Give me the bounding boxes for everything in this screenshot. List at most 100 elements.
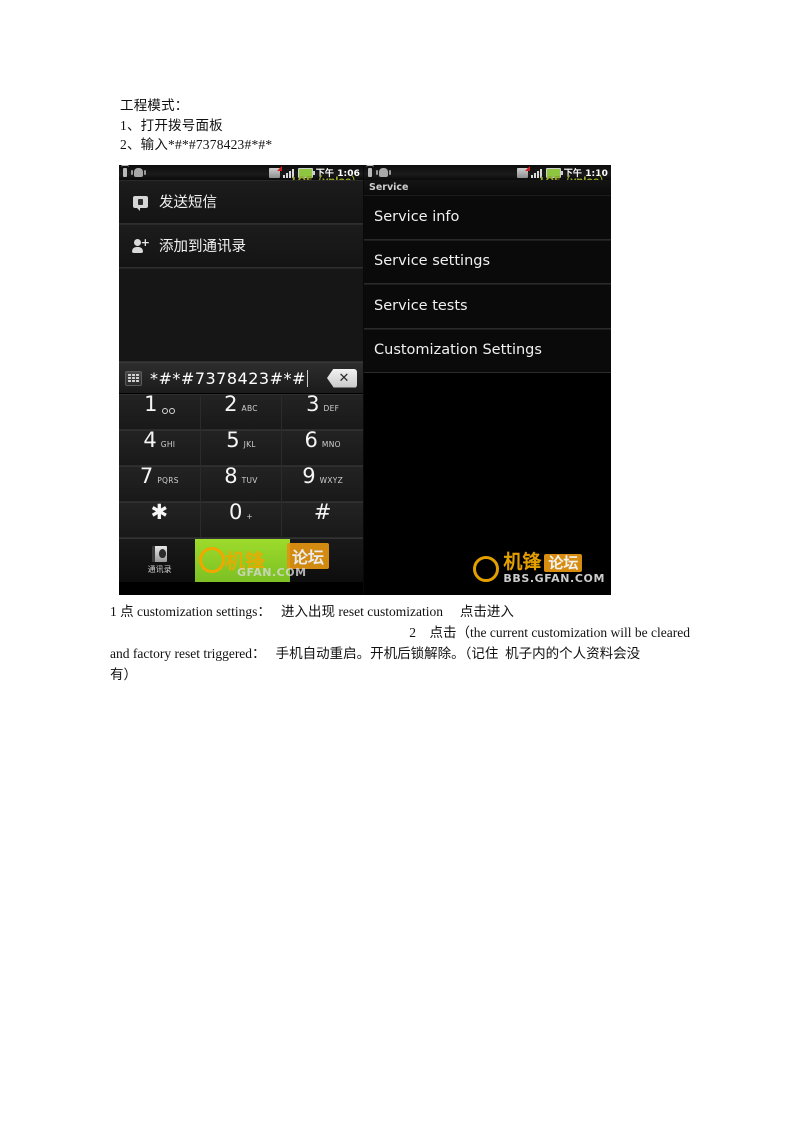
key-3[interactable]: 3 DEF bbox=[282, 394, 363, 430]
key-4-digit: 4 bbox=[143, 428, 157, 452]
key-7-digit: 7 bbox=[139, 464, 154, 488]
key-6[interactable]: 6 MNO bbox=[282, 430, 363, 466]
key-4-letters: GHI bbox=[160, 440, 176, 449]
menu-item-send-sms-label: 发送短信 bbox=[159, 195, 217, 211]
keypad-icon[interactable] bbox=[125, 370, 142, 386]
key-1-digit: 1 bbox=[144, 392, 158, 416]
tab-contacts[interactable]: 通讯录 bbox=[119, 539, 200, 582]
service-item-service-info[interactable]: Service info bbox=[364, 195, 611, 240]
key-7-letters: PQRS bbox=[157, 476, 179, 485]
key-6-digit: 6 bbox=[304, 428, 318, 452]
menu-empty-area bbox=[119, 268, 363, 362]
service-item-customization-settings[interactable]: Customization Settings bbox=[364, 328, 611, 373]
dialer-input-row[interactable]: *#*#7378423#*# ✕ bbox=[119, 362, 363, 394]
key-4[interactable]: 4 GHI bbox=[119, 430, 201, 466]
key-7[interactable]: 7 PQRS bbox=[119, 466, 201, 502]
intro-step-1: 1、打开拨号面板 bbox=[120, 117, 223, 133]
intro-heading: 工程模式： bbox=[120, 98, 189, 113]
left-phone-screenshot: 下午 1:06 LOE（ynloe） 发送短信 + 添加到通讯录 bbox=[119, 165, 364, 595]
service-item-service-tests[interactable]: Service tests bbox=[364, 284, 611, 329]
caption-line-3: and factory reset triggered： 手机自动重启。开机后锁… bbox=[110, 646, 641, 661]
caption-block: 1 点 customization settings： 进入出现 reset c… bbox=[110, 601, 690, 685]
left-statusbar-right-icons: 下午 1:06 bbox=[268, 165, 360, 180]
key-5[interactable]: 5 JKL bbox=[200, 428, 283, 466]
left-statusbar-left-icons bbox=[119, 165, 146, 177]
key-3-digit: 3 bbox=[306, 392, 320, 416]
signal-bars-icon bbox=[282, 168, 295, 178]
contacts-icon bbox=[152, 546, 168, 562]
key-8-digit: 8 bbox=[224, 464, 238, 488]
service-item-service-settings-label: Service settings bbox=[374, 253, 491, 270]
service-menu-list: Service info Service settings Service te… bbox=[364, 195, 611, 569]
key-2[interactable]: 2 ABC bbox=[200, 394, 283, 430]
add-contact-icon: + bbox=[132, 237, 150, 253]
key-0-plus: + bbox=[246, 512, 253, 521]
key-5-digit: 5 bbox=[226, 428, 240, 452]
left-tabbar: 通讯录 机锋 论坛 GFAN.COM bbox=[119, 538, 363, 582]
sd-card-error-icon bbox=[268, 165, 282, 178]
voicemail-icon bbox=[161, 408, 175, 415]
service-item-service-settings[interactable]: Service settings bbox=[364, 239, 611, 284]
key-hash[interactable]: # bbox=[282, 502, 363, 538]
backspace-glyph: ✕ bbox=[338, 370, 350, 386]
service-item-service-info-label: Service info bbox=[374, 208, 460, 225]
key-9[interactable]: 9 WXYZ bbox=[282, 466, 363, 502]
menu-item-send-sms[interactable]: 发送短信 bbox=[119, 180, 363, 224]
caption-line-1: 1 点 customization settings： 进入出现 reset c… bbox=[110, 604, 514, 619]
key-5-letters: JKL bbox=[243, 440, 256, 449]
key-0-digit: 0 bbox=[229, 500, 243, 524]
key-6-letters: MNO bbox=[321, 440, 341, 449]
left-context-menu: 发送短信 + 添加到通讯录 bbox=[119, 180, 363, 362]
right-statusbar: 下午 1:10 LOE（ynloe） bbox=[364, 165, 611, 180]
text-caret bbox=[306, 369, 308, 387]
right-statusbar-right-icons: 下午 1:10 bbox=[516, 165, 608, 180]
gfan-logo-icon bbox=[473, 556, 500, 582]
gfan-watermark-top-row: 机锋 论坛 bbox=[503, 551, 583, 573]
keypad-row: 1 2 ABC 3 DEF bbox=[119, 394, 363, 430]
gfan-brand-text: 机锋 bbox=[503, 551, 542, 573]
service-empty-area bbox=[364, 373, 611, 569]
key-3-letters: DEF bbox=[323, 404, 340, 413]
gfan-bbs-watermark: 机锋 论坛 BBS.GFAN.COM bbox=[473, 553, 605, 585]
left-statusbar: 下午 1:06 LOE（ynloe） bbox=[119, 165, 363, 180]
android-robot-icon bbox=[131, 168, 146, 177]
usb-icon bbox=[121, 165, 129, 177]
intro-block: 工程模式： 1、打开拨号面板 2、输入*#*#7378423#*#* bbox=[120, 96, 720, 155]
gfan-watermark-text: 机锋 论坛 BBS.GFAN.COM bbox=[503, 551, 605, 586]
screenshot-pair: 下午 1:06 LOE（ynloe） 发送短信 + 添加到通讯录 bbox=[119, 165, 611, 595]
sms-icon bbox=[133, 195, 148, 211]
left-status-time: 下午 1:06 bbox=[315, 169, 360, 179]
battery-icon bbox=[297, 167, 315, 178]
key-9-letters: WXYZ bbox=[319, 476, 344, 485]
key-2-letters: ABC bbox=[241, 404, 258, 413]
right-statusbar-left-icons bbox=[364, 165, 391, 177]
backspace-icon[interactable]: ✕ bbox=[327, 368, 357, 388]
menu-item-add-contact[interactable]: + 添加到通讯录 bbox=[119, 224, 363, 268]
battery-icon bbox=[545, 167, 563, 178]
service-title-bar: Service bbox=[364, 180, 611, 195]
service-title: Service bbox=[369, 182, 409, 193]
service-item-service-tests-label: Service tests bbox=[374, 297, 468, 314]
android-robot-icon bbox=[376, 168, 391, 177]
key-star[interactable]: ✱ bbox=[119, 502, 201, 538]
keypad-row: 4 GHI 5 JKL 6 MNO bbox=[119, 430, 363, 466]
gfan-domain-text: GFAN.COM bbox=[237, 566, 307, 579]
right-status-time: 下午 1:10 bbox=[563, 169, 608, 179]
service-item-customization-settings-label: Customization Settings bbox=[374, 342, 542, 359]
key-1[interactable]: 1 bbox=[119, 394, 201, 430]
keypad-row: ✱ 0 + # bbox=[119, 502, 363, 538]
key-0[interactable]: 0 + bbox=[200, 500, 283, 538]
menu-item-add-contact-label: 添加到通讯录 bbox=[159, 239, 246, 255]
usb-icon bbox=[366, 165, 374, 177]
signal-bars-icon bbox=[530, 168, 543, 178]
intro-step-2: 2、输入*#*#7378423#*#* bbox=[120, 137, 273, 152]
caption-line-4: 有） bbox=[110, 667, 137, 682]
tab-contacts-label: 通讯录 bbox=[147, 565, 172, 574]
key-hash-digit: # bbox=[313, 500, 332, 524]
right-phone-screenshot: 下午 1:10 LOE（ynloe） Service Service info … bbox=[364, 165, 611, 595]
key-8[interactable]: 8 TUV bbox=[200, 464, 283, 502]
gfan-forum-badge: 论坛 bbox=[544, 553, 583, 572]
dialer-number-display[interactable]: *#*#7378423#*# bbox=[150, 369, 319, 388]
sd-card-error-icon bbox=[516, 165, 530, 178]
document-page: 工程模式： 1、打开拨号面板 2、输入*#*#7378423#*#* 下午 1:… bbox=[0, 0, 800, 1132]
